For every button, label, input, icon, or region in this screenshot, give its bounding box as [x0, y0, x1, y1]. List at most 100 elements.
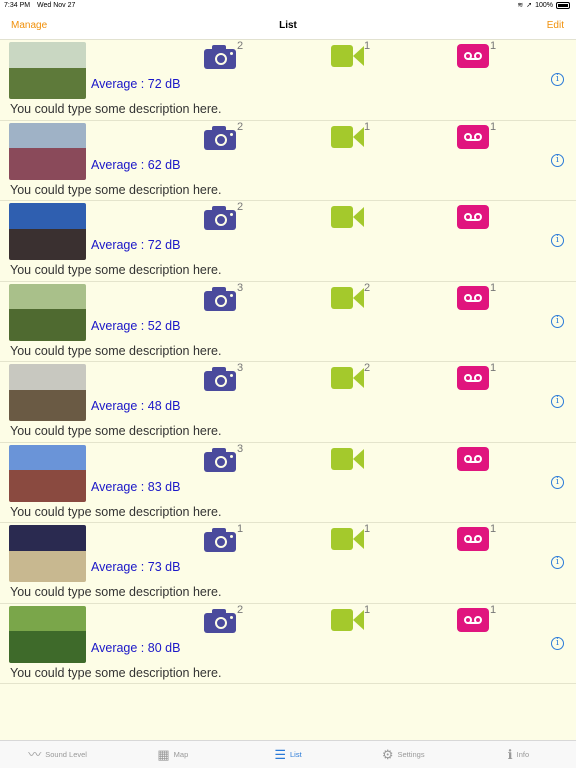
list-item[interactable]: 2 Average : 72 dB You could type some de…	[0, 201, 576, 282]
description: You could type some description here.	[10, 263, 222, 277]
status-bar: 7:34 PM Wed Nov 27 ≋ ➚ 100%	[0, 0, 576, 12]
info-icon[interactable]: i	[551, 314, 564, 328]
photo-sky	[9, 122, 86, 149]
camera-icon[interactable]	[204, 286, 236, 311]
average-level: Average : 72 dB	[91, 238, 181, 252]
info-icon[interactable]: i	[551, 636, 564, 650]
list-item[interactable]: 3 2 1 Average : 52 dB You could type som…	[0, 281, 576, 362]
location-photo[interactable]	[9, 203, 86, 260]
camera-icon[interactable]	[204, 528, 236, 552]
video-camera-icon[interactable]	[331, 205, 364, 229]
voicemail-icon[interactable]	[457, 205, 489, 229]
video-camera-icon[interactable]	[331, 447, 364, 471]
photo-ground	[9, 631, 86, 663]
video-camera-icon[interactable]	[331, 125, 364, 149]
photo-count: 3	[237, 442, 244, 455]
tab-map[interactable]: ▦ Map	[115, 741, 230, 768]
info-icon[interactable]: i	[551, 234, 564, 247]
average-level: Average : 73 dB	[91, 560, 181, 574]
location-photo[interactable]	[9, 42, 86, 99]
battery-icon	[556, 1, 570, 9]
page-title: List	[279, 20, 297, 31]
video-camera-icon[interactable]	[331, 527, 364, 551]
average-level: Average : 72 dB	[91, 77, 181, 91]
description: You could type some description here.	[10, 102, 222, 116]
camera-icon[interactable]	[204, 206, 236, 230]
info-icon: ℹ	[507, 747, 513, 762]
tab-label: Sound Level	[45, 750, 87, 759]
waveform-icon: 〰	[28, 747, 42, 762]
status-date: Wed Nov 27	[37, 2, 76, 9]
battery-percent: 100%	[535, 1, 553, 9]
location-photo[interactable]	[9, 283, 86, 341]
status-right: ≋ ➚ 100%	[517, 1, 570, 9]
photo-ground	[9, 470, 86, 502]
description: You could type some description here.	[10, 182, 222, 197]
voicemail-icon[interactable]	[457, 527, 489, 551]
photo-ground	[9, 389, 86, 421]
camera-icon[interactable]	[204, 608, 236, 633]
photo-sky	[9, 283, 86, 310]
video-count: 1	[364, 603, 371, 616]
voicemail-icon[interactable]	[457, 44, 489, 68]
info-icon[interactable]: i	[551, 475, 564, 489]
voicemail-icon[interactable]	[457, 446, 489, 471]
video-count: 1	[364, 120, 371, 133]
list-item[interactable]: 2 1 1 Average : 80 dB You could type som…	[0, 603, 576, 684]
video-camera-icon[interactable]	[331, 608, 364, 632]
info-icon[interactable]: i	[551, 395, 564, 408]
edit-button[interactable]: Edit	[547, 20, 564, 31]
video-camera-icon[interactable]	[331, 286, 364, 310]
location-photo[interactable]	[9, 444, 86, 502]
camera-icon[interactable]	[204, 367, 236, 391]
location-photo[interactable]	[9, 122, 86, 180]
recording-count: 1	[490, 362, 497, 374]
photo-count: 1	[237, 523, 244, 535]
video-count: 2	[364, 281, 371, 294]
description: You could type some description here.	[10, 585, 222, 599]
tab-sound-level[interactable]: 〰 Sound Level	[0, 741, 115, 768]
recording-count: 1	[490, 281, 497, 294]
tab-list[interactable]: ☰ List	[230, 741, 345, 768]
info-icon[interactable]: i	[551, 153, 564, 167]
list-item[interactable]: 2 1 1 Average : 62 dB You could type som…	[0, 120, 576, 201]
location-icon: ➚	[526, 2, 533, 9]
voicemail-icon[interactable]	[457, 607, 489, 632]
photo-sky	[9, 605, 86, 632]
map-icon: ▦	[157, 747, 170, 762]
voicemail-icon[interactable]	[457, 124, 489, 149]
camera-icon[interactable]	[204, 45, 236, 69]
list-item[interactable]: 3 2 1 Average : 48 dB You could type som…	[0, 362, 576, 443]
video-camera-icon[interactable]	[331, 44, 364, 68]
recording-count: 1	[490, 120, 497, 133]
status-time: 7:34 PM	[4, 2, 31, 9]
description: You could type some description here.	[10, 343, 222, 358]
list-item[interactable]: 2 1 1 Average : 72 dB You could type som…	[0, 40, 576, 121]
photo-sky	[9, 444, 86, 471]
location-photo[interactable]	[9, 364, 86, 421]
voicemail-icon[interactable]	[457, 285, 489, 310]
location-photo[interactable]	[9, 605, 86, 663]
photo-count: 2	[237, 603, 244, 616]
camera-icon[interactable]	[204, 447, 236, 472]
location-photo[interactable]	[9, 525, 86, 582]
video-count: 1	[364, 40, 371, 52]
photo-count: 3	[237, 281, 244, 294]
list-item[interactable]: 3 Average : 83 dB You could type some de…	[0, 442, 576, 523]
tab-info[interactable]: ℹ Info	[461, 741, 576, 768]
photo-count: 2	[237, 201, 244, 213]
camera-icon[interactable]	[204, 125, 236, 150]
video-count: 1	[364, 523, 371, 535]
tab-settings[interactable]: ⚙ Settings	[346, 741, 461, 768]
average-level: Average : 48 dB	[91, 399, 181, 413]
info-icon[interactable]: i	[551, 556, 564, 569]
voicemail-icon[interactable]	[457, 366, 489, 390]
photo-count: 3	[237, 362, 244, 374]
video-camera-icon[interactable]	[331, 366, 364, 390]
list-item[interactable]: 1 1 1 Average : 73 dB You could type som…	[0, 523, 576, 604]
info-icon[interactable]: i	[551, 73, 564, 86]
average-level: Average : 52 dB	[91, 318, 181, 333]
tab-bar: 〰 Sound Level ▦ Map ☰ List ⚙ Settings ℹ Info	[0, 740, 576, 768]
photo-ground	[9, 67, 86, 99]
tab-label: Settings	[397, 750, 425, 759]
